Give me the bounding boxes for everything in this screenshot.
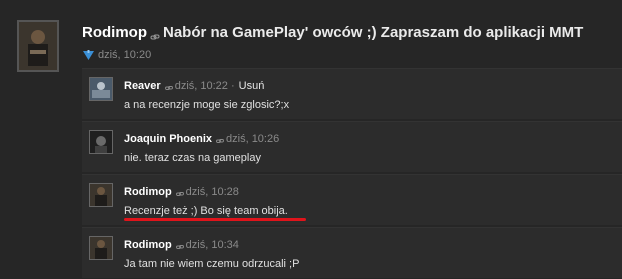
share-icon[interactable] (82, 49, 95, 62)
commenter-avatar[interactable] (89, 236, 113, 260)
comment-author-link[interactable]: Rodimop (124, 186, 172, 198)
post-author-link[interactable]: Rodimop (82, 24, 147, 41)
comment-timestamp: dziś, 10:26 (226, 133, 280, 145)
comment-text: Ja tam nie wiem czemu odrzucali ;P (124, 258, 300, 270)
comment-author-link[interactable]: Reaver (124, 80, 161, 92)
commenter-avatar[interactable] (89, 77, 113, 101)
comment-text: nie. teraz czas na gameplay (124, 152, 261, 164)
comment-header: Rodimop dziś, 10:34 (124, 238, 239, 252)
comment-header: Joaquin Phoenix dziś, 10:26 (124, 132, 279, 146)
author-avatar[interactable] (17, 20, 59, 72)
comment-header: Rodimop dziś, 10:28 (124, 185, 239, 199)
commenter-avatar[interactable] (89, 183, 113, 207)
comment-author-link[interactable]: Joaquin Phoenix (124, 133, 212, 145)
commenter-avatar[interactable] (89, 130, 113, 154)
link-icon[interactable] (150, 28, 160, 40)
link-icon[interactable] (175, 188, 184, 197)
post-header: Rodimop Nabór na GamePlay' owców ;) Zapr… (82, 23, 622, 43)
comment-text: a na recenzje moge sie zglosic?;x (124, 99, 290, 111)
comment-item: Joaquin Phoenix dziś, 10:26 nie. teraz cz… (82, 121, 622, 172)
link-icon[interactable] (175, 241, 184, 250)
post-timestamp: dziś, 10:20 (98, 49, 152, 61)
delete-comment-link[interactable]: Usuń (239, 80, 265, 92)
link-icon[interactable] (216, 135, 224, 144)
link-icon[interactable] (164, 82, 173, 91)
avatar-photo (19, 22, 57, 70)
comment-timestamp: dziś, 10:34 (185, 239, 239, 251)
comment-author-link[interactable]: Rodimop (124, 239, 172, 251)
comment-item: Rodimop dziś, 10:34 Ja tam nie wiem czemu… (82, 227, 622, 278)
comment-timestamp: dziś, 10:22 (174, 80, 228, 92)
comment-text: Recenzje też ;) Bo się team obija. (124, 205, 288, 217)
red-underline-annotation (124, 218, 306, 221)
post-meta: dziś, 10:20 (82, 47, 151, 63)
comment-timestamp: dziś, 10:28 (185, 186, 239, 198)
post-title: Nabór na GamePlay' owców ;) Zapraszam do… (163, 24, 584, 41)
comment-item: Reaver dziś, 10:22 · Usuń a na recenzje mo… (82, 68, 622, 119)
comment-header: Reaver dziś, 10:22 · Usuń (124, 80, 265, 92)
comment-item: Rodimop dziś, 10:28 Recenzje też ;) Bo si… (82, 174, 622, 225)
